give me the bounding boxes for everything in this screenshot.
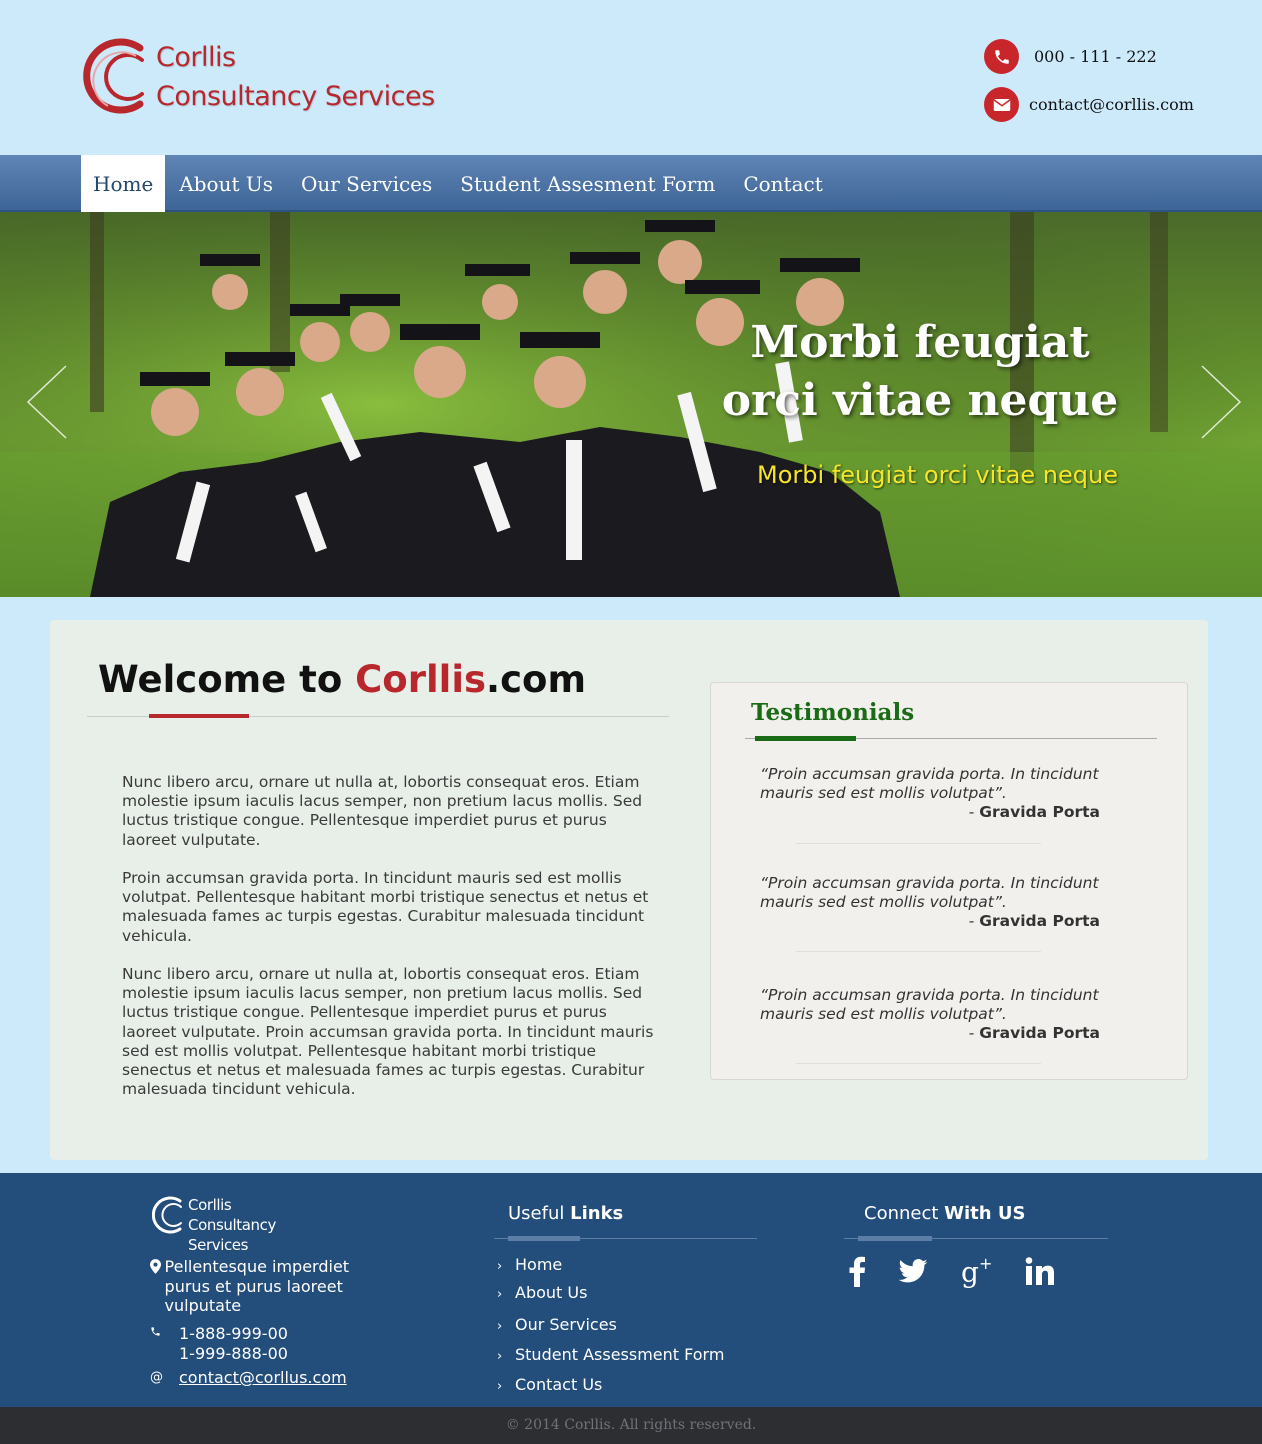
footer-phone-list: 1-888-999-00 1-999-888-00 <box>179 1324 288 1363</box>
testimonial-author-name: Gravida Porta <box>979 1024 1100 1042</box>
hero-subtitle: Morbi feugiat orci vitae neque <box>757 461 1118 489</box>
footer-logo-text: Corllis Consultancy Services <box>188 1195 332 1255</box>
testimonial-separator <box>796 843 1041 844</box>
site-footer: Corllis Consultancy Services Pellentesqu… <box>0 1173 1262 1407</box>
testimonial-author-name: Gravida Porta <box>979 803 1100 821</box>
footer-logo-c-icon <box>152 1196 182 1234</box>
nav-item-contact[interactable]: Contact <box>729 155 836 212</box>
footer-link-contact-us[interactable]: › Contact Us <box>497 1375 602 1394</box>
testimonial-item: “Proin accumsan gravida porta. In tincid… <box>760 874 1100 931</box>
map-pin-icon <box>150 1257 165 1316</box>
footer-logo[interactable]: Corllis Consultancy Services <box>152 1195 332 1254</box>
site-header: Corllis Consultancy Services 000 - 111 -… <box>0 0 1262 155</box>
testimonial-item: “Proin accumsan gravida porta. In tincid… <box>760 765 1100 822</box>
footer-link-label: About Us <box>515 1283 588 1302</box>
slider-prev-arrow-icon[interactable] <box>22 362 72 442</box>
useful-links-accent-bar <box>508 1236 580 1241</box>
nav-item-home[interactable]: Home <box>81 155 166 212</box>
chevron-right-icon: › <box>497 1319 503 1334</box>
nav-item-about-us[interactable]: About Us <box>165 155 287 212</box>
testimonial-author-name: Gravida Porta <box>979 912 1100 930</box>
site-logo[interactable]: Corllis Consultancy Services <box>78 36 438 118</box>
footer-link-label: Home <box>515 1255 563 1274</box>
testimonials-accent-bar <box>755 736 856 741</box>
nav-item-student-assesment-form[interactable]: Student Assesment Form <box>446 155 729 212</box>
footer-phone-2: 1-999-888-00 <box>179 1343 288 1363</box>
phone-icon <box>150 1324 179 1363</box>
connect-heading-light: Connect <box>864 1203 945 1224</box>
welcome-paragraph-3: Nunc libero arcu, ornare ut nulla at, lo… <box>122 965 654 1099</box>
logo-line-2: Consultancy Services <box>156 81 435 112</box>
welcome-paragraph-1: Nunc libero arcu, ornare ut nulla at, lo… <box>122 773 643 849</box>
testimonial-quote: “Proin accumsan gravida porta. In tincid… <box>760 986 1099 1023</box>
chevron-right-icon: › <box>497 1349 503 1364</box>
chevron-right-icon: › <box>497 1287 503 1302</box>
phone-number: 000 - 111 - 222 <box>1034 47 1157 66</box>
phone-icon <box>984 39 1019 74</box>
testimonial-separator <box>796 951 1041 952</box>
nav-item-our-services[interactable]: Our Services <box>287 155 446 212</box>
header-email[interactable]: contact@corllis.com <box>984 87 1194 122</box>
footer-link-home[interactable]: › Home <box>497 1255 562 1274</box>
logo-line-1: Corllis <box>156 42 236 73</box>
useful-links-heading-light: Useful <box>508 1203 571 1224</box>
copyright-bar: © 2014 Corllis. All rights reserved. <box>0 1407 1262 1444</box>
useful-links-heading-bold: Links <box>570 1203 624 1224</box>
footer-address-text: Pellentesque imperdiet purus et purus la… <box>164 1257 350 1315</box>
testimonial-separator <box>796 1063 1041 1064</box>
svg-text:g: g <box>961 1256 979 1288</box>
testimonials-title: Testimonials <box>751 699 915 726</box>
linkedin-icon[interactable] <box>1020 1251 1060 1291</box>
logo-text: Corllis Consultancy Services <box>156 38 435 116</box>
footer-link-student-assessment-form[interactable]: › Student Assessment Form <box>497 1345 724 1364</box>
svg-text:+: + <box>979 1254 992 1273</box>
footer-logo-line-1: Corllis <box>188 1196 232 1214</box>
hero-slider: Morbi feugiat orci vitae neque Morbi feu… <box>0 212 1262 597</box>
connect-heading-bold: With US <box>944 1203 1026 1224</box>
connect-accent-bar <box>858 1236 932 1241</box>
footer-link-about-us[interactable]: › About Us <box>497 1283 587 1302</box>
testimonials-box: Testimonials “Proin accumsan gravida por… <box>710 682 1188 1080</box>
facebook-icon[interactable] <box>837 1251 877 1291</box>
email-address: contact@corllis.com <box>1029 95 1194 114</box>
connect-heading: Connect With US <box>864 1203 1025 1224</box>
footer-phones: 1-888-999-00 1-999-888-00 <box>150 1324 288 1363</box>
envelope-icon <box>984 87 1019 122</box>
footer-address: Pellentesque imperdiet purus et purus la… <box>150 1257 390 1316</box>
footer-email-link[interactable]: contact@corllus.com <box>179 1368 347 1388</box>
welcome-prefix: Welcome to <box>98 658 356 701</box>
google-plus-icon[interactable]: g + <box>957 1251 997 1291</box>
footer-link-our-services[interactable]: › Our Services <box>497 1315 617 1334</box>
testimonial-author: - Gravida Porta <box>968 1024 1100 1042</box>
testimonial-item: “Proin accumsan gravida porta. In tincid… <box>760 986 1100 1043</box>
useful-links-heading: Useful Links <box>508 1203 623 1224</box>
testimonial-author: - Gravida Porta <box>968 803 1100 821</box>
twitter-icon[interactable] <box>893 1251 933 1291</box>
logo-c-icon <box>83 38 144 114</box>
testimonial-quote: “Proin accumsan gravida porta. In tincid… <box>760 765 1099 802</box>
chevron-right-icon: › <box>497 1259 503 1274</box>
testimonial-quote: “Proin accumsan gravida porta. In tincid… <box>760 874 1099 911</box>
slider-next-arrow-icon[interactable] <box>1196 362 1246 442</box>
at-sign-icon: @ <box>150 1370 163 1385</box>
welcome-accent-bar <box>149 714 249 718</box>
footer-logo-line-2: Consultancy Services <box>188 1216 276 1254</box>
header-phone[interactable]: 000 - 111 - 222 <box>984 39 1157 74</box>
welcome-heading: Welcome to Corllis.com <box>98 658 586 701</box>
footer-phone-1: 1-888-999-00 <box>179 1324 288 1343</box>
welcome-suffix: .com <box>486 658 587 701</box>
footer-link-label: Student Assessment Form <box>515 1345 725 1364</box>
footer-link-label: Contact Us <box>515 1375 603 1394</box>
footer-link-label: Our Services <box>515 1315 617 1334</box>
hero-title: Morbi feugiat orci vitae neque <box>721 317 1119 426</box>
welcome-brand: Corllis <box>355 658 487 701</box>
footer-email: @ contact@corllus.com <box>150 1368 347 1388</box>
main-content: Welcome to Corllis.com Nunc libero arcu,… <box>50 620 1208 1160</box>
welcome-paragraph-2: Proin accumsan gravida porta. In tincidu… <box>122 869 649 945</box>
testimonial-author: - Gravida Porta <box>968 912 1100 930</box>
chevron-right-icon: › <box>497 1379 503 1394</box>
main-nav: Home About Us Our Services Student Asses… <box>0 155 1262 212</box>
